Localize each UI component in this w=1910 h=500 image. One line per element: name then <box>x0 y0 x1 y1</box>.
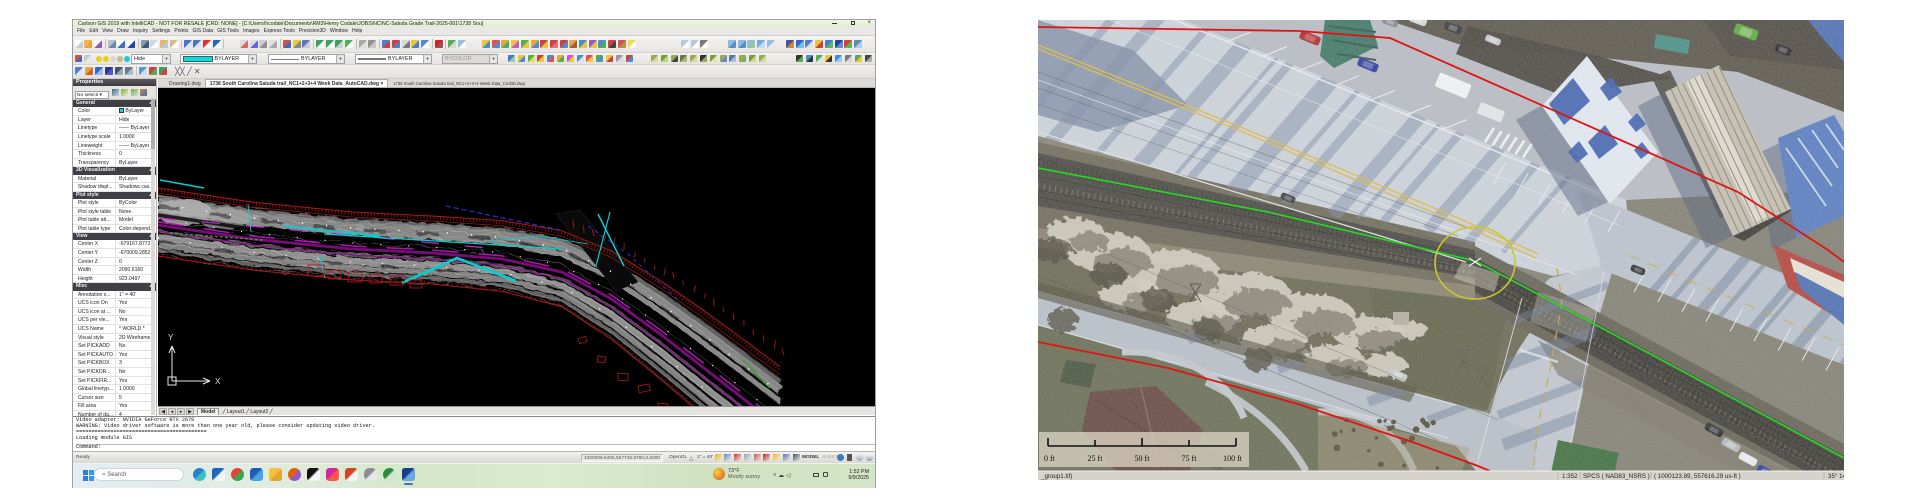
svg-text:35° 14: 35° 14 <box>1828 473 1844 480</box>
svg-text:25 ft: 25 ft <box>1088 454 1104 463</box>
svg-text:50 ft: 50 ft <box>1135 454 1151 463</box>
svg-text:1:352: 1:352 <box>1562 473 1578 480</box>
svg-text:( 1000123.89, 557616.29 us-ft: ( 1000123.89, 557616.29 us-ft ) <box>1654 473 1741 480</box>
svg-text:75 ft: 75 ft <box>1182 454 1198 463</box>
svg-text:100 ft: 100 ft <box>1223 454 1243 463</box>
svg-text:0 ft: 0 ft <box>1044 454 1056 463</box>
svg-text:X: X <box>215 377 221 386</box>
svg-text:Y: Y <box>168 333 174 342</box>
svg-text:SPCS ( NAD83_NSRS ): SPCS ( NAD83_NSRS ) <box>1583 473 1650 480</box>
svg-text:_group1.tif): _group1.tif) <box>1040 473 1072 480</box>
